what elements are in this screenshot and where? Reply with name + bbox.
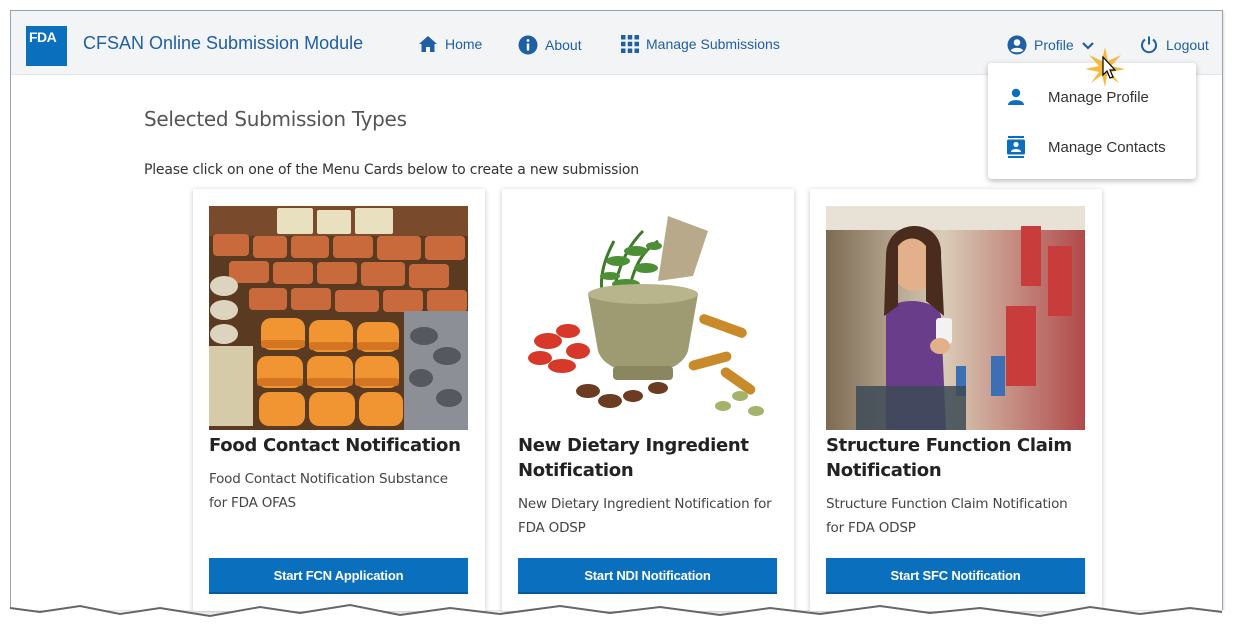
- home-icon: [419, 36, 437, 52]
- nav-manage-submissions-label: Manage Submissions: [646, 36, 780, 52]
- card-structure-function-claim-notification[interactable]: Structure Function Claim Notification St…: [810, 189, 1102, 611]
- section-title: Selected Submission Types: [144, 107, 407, 131]
- menu-item-label: Manage Contacts: [1048, 138, 1166, 156]
- packaged-cheese-photo: [209, 206, 468, 430]
- card-food-contact-notification[interactable]: Food Contact Notification Food Contact N…: [193, 189, 485, 611]
- nav-about[interactable]: About: [518, 35, 582, 55]
- card-description: Structure Function Claim Notification fo…: [826, 496, 1068, 536]
- torn-edge-decoration: [0, 603, 1236, 631]
- start-sfc-notification-button[interactable]: Start SFC Notification: [826, 558, 1085, 594]
- nav-manage-submissions[interactable]: Manage Submissions: [621, 35, 780, 53]
- card-title: New Dietary Ingredient Notification: [518, 435, 749, 481]
- contacts-icon: [1007, 136, 1025, 158]
- person-icon: [1008, 88, 1024, 105]
- card-description: New Dietary Ingredient Notification for …: [518, 496, 772, 536]
- menu-item-manage-contacts[interactable]: Manage Contacts: [988, 127, 1196, 167]
- mouse-cursor-icon: [1085, 47, 1125, 87]
- menu-item-label: Manage Profile: [1048, 88, 1149, 106]
- card-new-dietary-ingredient-notification[interactable]: New Dietary Ingredient Notification New …: [502, 189, 794, 611]
- profile-menu-toggle[interactable]: Profile: [1007, 35, 1095, 55]
- nav-home-label: Home: [445, 36, 483, 52]
- power-icon: [1141, 36, 1157, 54]
- mortar-and-spices-photo: [518, 206, 777, 430]
- start-ndi-notification-button[interactable]: Start NDI Notification: [518, 558, 777, 594]
- info-icon: [518, 35, 538, 55]
- grid-icon: [621, 35, 639, 53]
- card-description: Food Contact Notification Substance for …: [209, 471, 448, 511]
- nav-home[interactable]: Home: [418, 35, 482, 53]
- logout-button[interactable]: Logout: [1139, 35, 1209, 55]
- logout-label: Logout: [1166, 37, 1209, 53]
- instructions-text: Please click on one of the Menu Cards be…: [144, 162, 639, 178]
- fda-logo[interactable]: FDA: [26, 26, 67, 66]
- app-title[interactable]: CFSAN Online Submission Module: [83, 33, 363, 54]
- nav-about-label: About: [545, 37, 582, 53]
- start-fcn-application-button[interactable]: Start FCN Application: [209, 558, 468, 594]
- card-title: Food Contact Notification: [209, 435, 461, 456]
- card-title: Structure Function Claim Notification: [826, 435, 1072, 481]
- app-window: FDA CFSAN Online Submission Module Home …: [10, 10, 1223, 611]
- profile-label: Profile: [1034, 37, 1074, 53]
- account-circle-icon: [1007, 35, 1027, 55]
- woman-in-store-photo: [826, 206, 1085, 430]
